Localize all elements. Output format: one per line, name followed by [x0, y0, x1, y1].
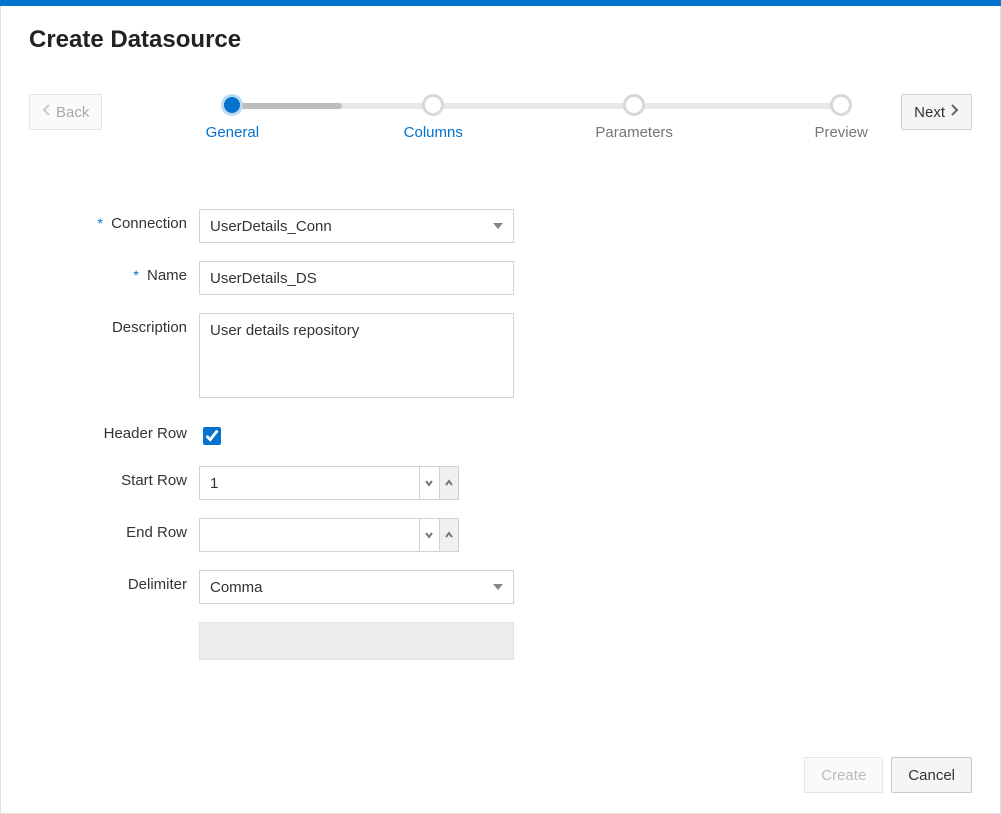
- start-row-down-button[interactable]: [419, 467, 439, 499]
- chevron-down-icon: [424, 475, 434, 492]
- header-row-checkbox[interactable]: [203, 427, 221, 445]
- delimiter-select[interactable]: Comma: [199, 570, 514, 604]
- back-button[interactable]: Back: [29, 94, 102, 130]
- step-label: Parameters: [574, 124, 694, 141]
- row-disabled-extra: [29, 622, 529, 660]
- dialog-container: Create Datasource Back General Columns P…: [0, 6, 1001, 814]
- chevron-up-icon: [444, 475, 454, 492]
- label-description: Description: [29, 313, 199, 336]
- step-columns[interactable]: Columns: [373, 94, 493, 141]
- chevron-down-icon: [424, 527, 434, 544]
- required-mark: *: [133, 267, 138, 283]
- start-row-up-button[interactable]: [439, 467, 459, 499]
- row-description: Description: [29, 313, 529, 401]
- description-textarea[interactable]: [199, 313, 514, 398]
- next-button[interactable]: Next: [901, 94, 972, 130]
- row-header-row: Header Row: [29, 419, 529, 448]
- step-parameters[interactable]: Parameters: [574, 94, 694, 141]
- label-start-row: Start Row: [29, 466, 199, 489]
- label-end-row: End Row: [29, 518, 199, 541]
- delimiter-value: Comma: [210, 579, 263, 596]
- chevron-left-icon: [42, 103, 52, 121]
- row-connection: * Connection UserDetails_Conn: [29, 209, 529, 243]
- end-row-down-button[interactable]: [419, 519, 439, 551]
- name-input[interactable]: [199, 261, 514, 295]
- start-row-spinner: [199, 466, 459, 500]
- chevron-down-icon: [493, 223, 503, 229]
- label-text: Name: [147, 267, 187, 284]
- end-row-input[interactable]: [200, 519, 419, 551]
- step-circle-icon: [422, 94, 444, 116]
- chevron-down-icon: [493, 584, 503, 590]
- disabled-field: [199, 622, 514, 660]
- label-header-row: Header Row: [29, 419, 199, 442]
- wizard-steps: General Columns Parameters Preview: [232, 94, 841, 154]
- step-circle-icon: [830, 94, 852, 116]
- connection-select[interactable]: UserDetails_Conn: [199, 209, 514, 243]
- required-mark: *: [97, 215, 102, 231]
- start-row-input[interactable]: [200, 467, 419, 499]
- step-label: Preview: [781, 124, 901, 141]
- label-name: * Name: [29, 261, 199, 284]
- row-name: * Name: [29, 261, 529, 295]
- label-empty: [29, 622, 199, 628]
- end-row-up-button[interactable]: [439, 519, 459, 551]
- footer-buttons: Create Cancel: [804, 757, 972, 793]
- chevron-up-icon: [444, 527, 454, 544]
- step-label: General: [172, 124, 292, 141]
- next-button-label: Next: [914, 104, 945, 121]
- create-button-label: Create: [821, 767, 866, 784]
- row-start-row: Start Row: [29, 466, 529, 500]
- cancel-button[interactable]: Cancel: [891, 757, 972, 793]
- step-circle-icon: [221, 94, 243, 116]
- label-connection: * Connection: [29, 209, 199, 232]
- label-text: Connection: [111, 215, 187, 232]
- chevron-right-icon: [949, 103, 959, 121]
- row-end-row: End Row: [29, 518, 529, 552]
- page-title: Create Datasource: [29, 26, 972, 54]
- step-preview[interactable]: Preview: [781, 94, 901, 141]
- label-delimiter: Delimiter: [29, 570, 199, 593]
- step-circle-icon: [623, 94, 645, 116]
- connection-value: UserDetails_Conn: [210, 218, 332, 235]
- cancel-button-label: Cancel: [908, 767, 955, 784]
- step-label: Columns: [373, 124, 493, 141]
- form-area: * Connection UserDetails_Conn * Name Des…: [29, 209, 529, 660]
- step-general[interactable]: General: [172, 94, 292, 141]
- wizard-header: Back General Columns Parameters Preview: [29, 94, 972, 154]
- end-row-spinner: [199, 518, 459, 552]
- row-delimiter: Delimiter Comma: [29, 570, 529, 604]
- back-button-label: Back: [56, 104, 89, 121]
- create-button[interactable]: Create: [804, 757, 883, 793]
